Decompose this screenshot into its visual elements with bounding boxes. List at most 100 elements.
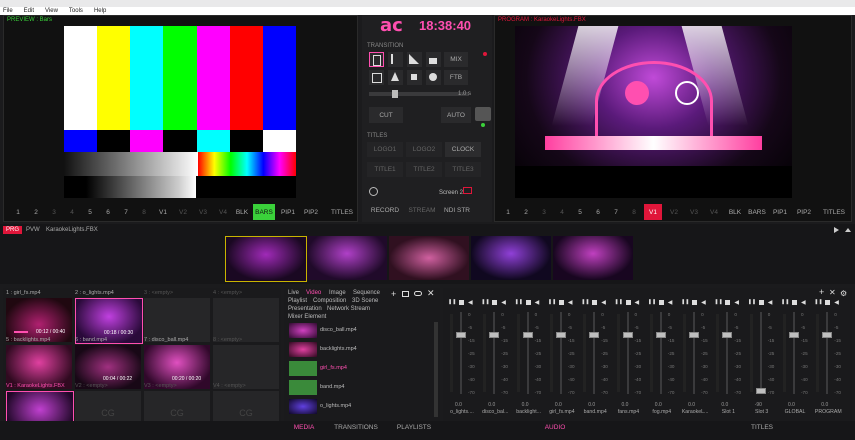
program-src-blk[interactable]: BLK bbox=[725, 204, 745, 220]
fader-knob[interactable] bbox=[522, 332, 533, 338]
pause-icon[interactable]: ❚❚ bbox=[814, 299, 822, 305]
fader-track[interactable] bbox=[726, 312, 729, 394]
record-button[interactable]: RECORD bbox=[367, 202, 403, 218]
preview-src-5[interactable]: 5 bbox=[82, 204, 98, 220]
program-src-8[interactable]: 8 bbox=[626, 204, 642, 220]
filmstrip-thumb[interactable] bbox=[307, 236, 387, 280]
fader-knob[interactable] bbox=[722, 332, 733, 338]
slot-3[interactable] bbox=[144, 298, 210, 342]
speaker-icon[interactable]: ◀ bbox=[568, 299, 573, 306]
monitor-icon[interactable] bbox=[463, 187, 472, 194]
fader-track[interactable] bbox=[693, 312, 696, 394]
preview-src-pip1[interactable]: PIP1 bbox=[278, 204, 298, 220]
pvw-tab[interactable]: PVW bbox=[26, 227, 40, 233]
speaker-icon[interactable]: ◀ bbox=[668, 299, 673, 306]
title2-button[interactable]: TITLE2 bbox=[406, 162, 442, 177]
menu-edit[interactable]: Edit bbox=[24, 8, 34, 14]
transition-slider-handle[interactable] bbox=[392, 90, 398, 98]
program-src-6[interactable]: 6 bbox=[590, 204, 606, 220]
preview-src-v2[interactable]: V2 bbox=[174, 204, 192, 220]
preview-src-pip2[interactable]: PIP2 bbox=[300, 204, 322, 220]
fader-track[interactable] bbox=[659, 312, 662, 394]
stream-button[interactable]: STREAM bbox=[406, 202, 438, 218]
media-tab-playlist[interactable]: Playlist bbox=[288, 298, 307, 304]
speaker-icon[interactable]: ◀ bbox=[834, 299, 839, 306]
menu-file[interactable]: File bbox=[3, 8, 13, 14]
transition-circle-icon[interactable] bbox=[426, 70, 441, 85]
transition-diag-icon[interactable] bbox=[407, 52, 422, 67]
program-src-titles[interactable]: TITLES bbox=[820, 204, 848, 220]
preview-src-4[interactable]: 4 bbox=[64, 204, 80, 220]
fader-knob[interactable] bbox=[789, 332, 799, 338]
title3-button[interactable]: TITLE3 bbox=[445, 162, 481, 177]
program-src-pip1[interactable]: PIP1 bbox=[770, 204, 790, 220]
speaker-icon[interactable]: ◀ bbox=[468, 299, 473, 306]
preview-src-v4[interactable]: V4 bbox=[214, 204, 232, 220]
link-icon[interactable] bbox=[414, 291, 422, 296]
menu-help[interactable]: Help bbox=[94, 8, 106, 14]
pause-icon[interactable]: ❚❚ bbox=[681, 299, 689, 305]
fader-track[interactable] bbox=[460, 312, 462, 394]
auto-button[interactable]: AUTO bbox=[441, 107, 471, 123]
media-tab-presentation[interactable]: Presentation bbox=[288, 306, 322, 312]
ndi-stream-button[interactable]: NDI STR bbox=[440, 202, 474, 218]
preview-src-8[interactable]: 8 bbox=[136, 204, 152, 220]
media-tab-network-stream[interactable]: Network Stream bbox=[327, 306, 370, 312]
stop-icon[interactable] bbox=[592, 300, 598, 305]
media-tab-sequence[interactable]: Sequence bbox=[353, 290, 380, 296]
program-src-v2[interactable]: V2 bbox=[665, 204, 683, 220]
media-tab-video[interactable]: Video bbox=[306, 290, 321, 296]
close-icon[interactable]: ✕ bbox=[427, 288, 435, 299]
program-src-pip2[interactable]: PIP2 bbox=[793, 204, 815, 220]
fader-knob[interactable] bbox=[689, 332, 700, 338]
stop-icon[interactable] bbox=[625, 300, 631, 305]
program-src-v4[interactable]: V4 bbox=[705, 204, 723, 220]
edit-icon[interactable] bbox=[402, 291, 409, 297]
fader-knob[interactable] bbox=[555, 332, 566, 338]
tab-transitions[interactable]: TRANSITIONS bbox=[330, 421, 382, 433]
fader-knob[interactable] bbox=[589, 332, 600, 338]
play-icon[interactable] bbox=[834, 227, 839, 233]
fader-track[interactable] bbox=[759, 312, 762, 394]
transition-triangle-icon[interactable] bbox=[388, 70, 403, 85]
transition-split-icon[interactable] bbox=[369, 70, 384, 85]
pause-icon[interactable]: ❚❚ bbox=[581, 299, 589, 305]
fader-track[interactable] bbox=[793, 312, 795, 394]
fader-knob[interactable] bbox=[622, 332, 633, 338]
speaker-icon[interactable]: ◀ bbox=[734, 299, 739, 306]
transition-wipe-icon[interactable] bbox=[369, 52, 384, 67]
slot-1[interactable]: 00:12 / 00:40 bbox=[6, 298, 72, 342]
transition-ftb-button[interactable]: FTB bbox=[444, 70, 468, 85]
power-icon[interactable] bbox=[369, 187, 378, 196]
media-tab-image[interactable]: Image bbox=[329, 290, 346, 296]
transition-slider[interactable] bbox=[369, 92, 469, 96]
transition-corner-icon[interactable] bbox=[426, 52, 441, 67]
pause-icon[interactable]: ❚❚ bbox=[515, 299, 523, 305]
stop-icon[interactable] bbox=[658, 300, 664, 305]
menu-tools[interactable]: Tools bbox=[69, 8, 83, 14]
cut-button[interactable]: CUT bbox=[369, 107, 403, 123]
speaker-icon[interactable]: ◀ bbox=[701, 299, 706, 306]
filmstrip-thumb[interactable] bbox=[553, 236, 633, 280]
slot-4[interactable] bbox=[213, 298, 279, 342]
program-src-7[interactable]: 7 bbox=[608, 204, 624, 220]
tab-audio[interactable]: AUDIO bbox=[535, 421, 575, 433]
speaker-icon[interactable]: ◀ bbox=[501, 299, 506, 306]
stop-icon[interactable] bbox=[492, 300, 498, 305]
pause-icon[interactable]: ❚❚ bbox=[648, 299, 656, 305]
fader-track[interactable] bbox=[593, 312, 596, 394]
menu-view[interactable]: View bbox=[45, 8, 58, 14]
fader-knob[interactable] bbox=[755, 388, 766, 394]
fader-knob[interactable] bbox=[822, 332, 833, 338]
media-tab-live[interactable]: Live bbox=[288, 290, 299, 296]
stop-icon[interactable] bbox=[825, 300, 831, 305]
preview-src-6[interactable]: 6 bbox=[100, 204, 116, 220]
preview-src-7[interactable]: 7 bbox=[118, 204, 134, 220]
logo1-button[interactable]: LOGO1 bbox=[367, 142, 403, 157]
pause-icon[interactable]: ❚❚ bbox=[781, 299, 789, 305]
add-icon[interactable]: + bbox=[391, 289, 396, 299]
tab-media[interactable]: MEDIA bbox=[284, 421, 324, 433]
stop-icon[interactable] bbox=[558, 300, 564, 305]
speaker-icon[interactable]: ◀ bbox=[601, 299, 606, 306]
preview-src-blk[interactable]: BLK bbox=[232, 204, 252, 220]
